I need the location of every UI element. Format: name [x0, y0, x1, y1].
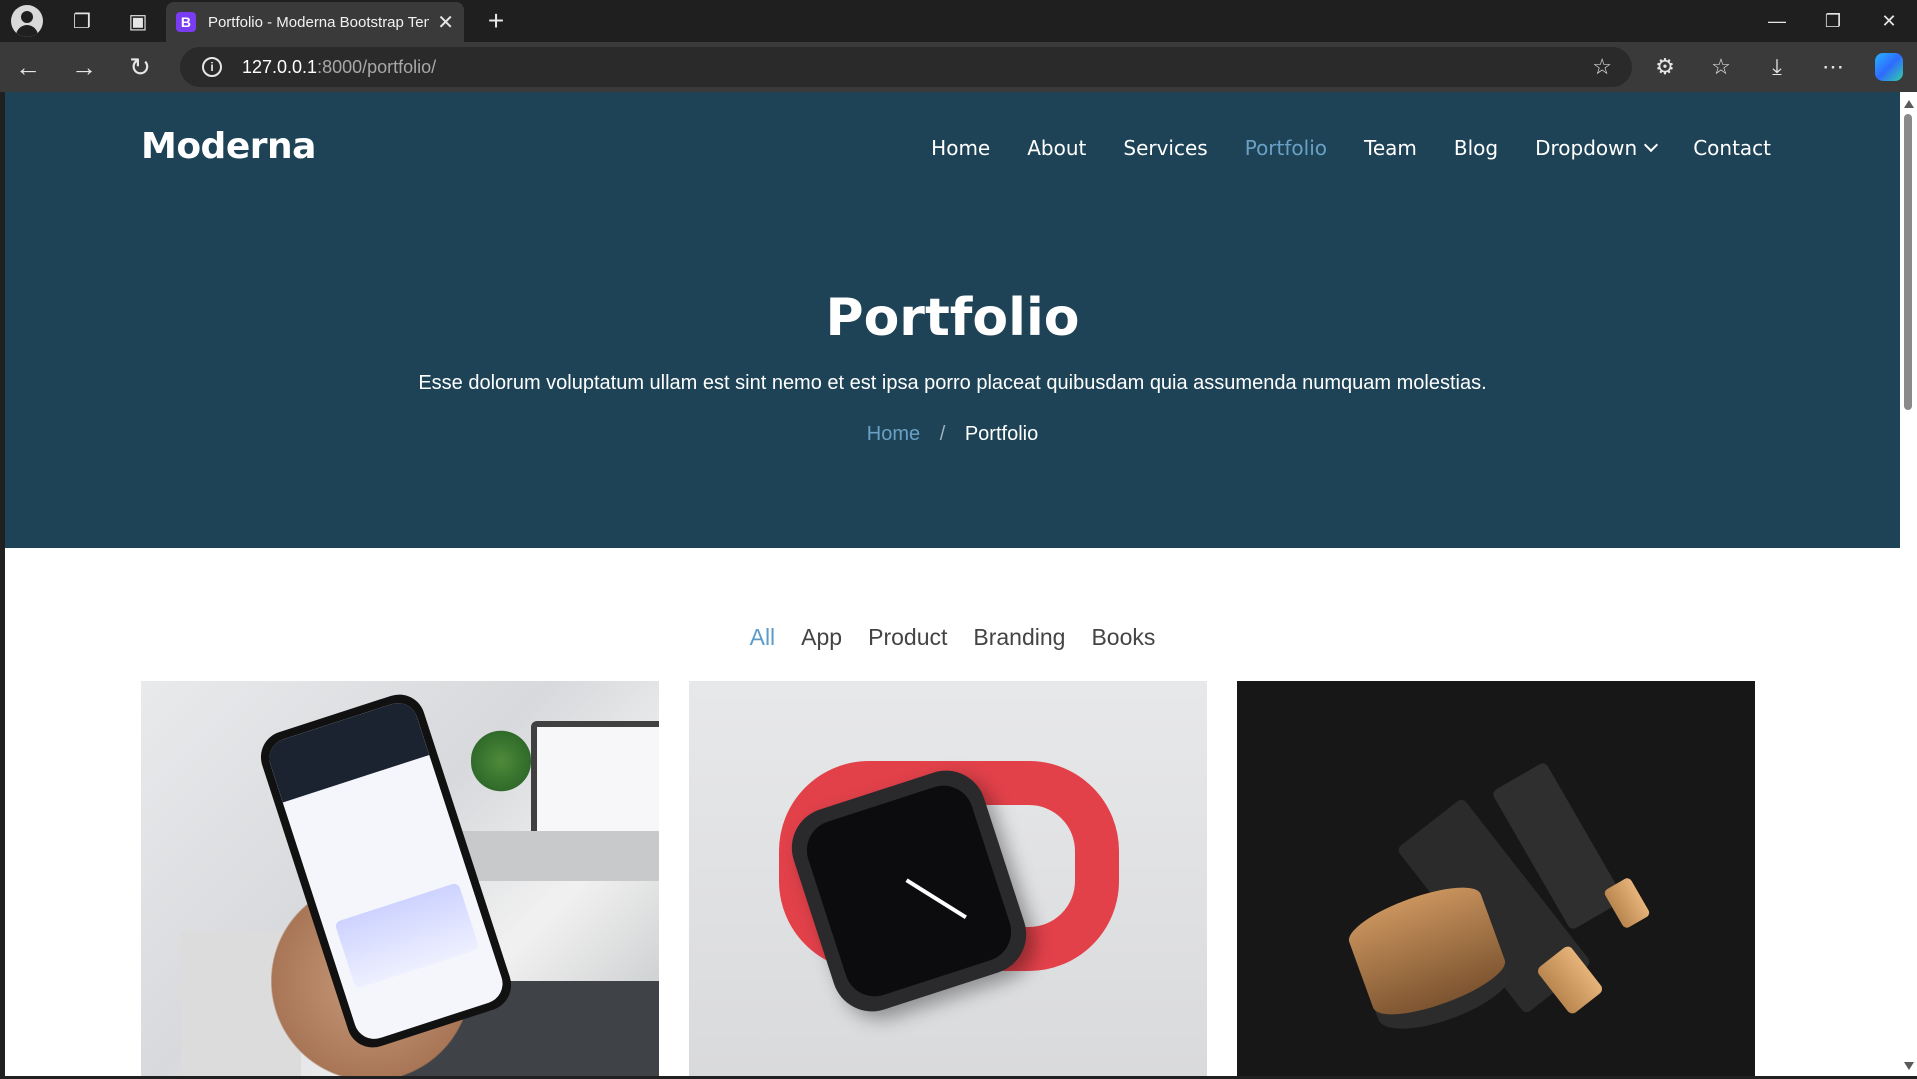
address-bar[interactable]: i 127.0.0.1:8000/portfolio/ ☆ [180, 47, 1632, 87]
portfolio-item-app-image[interactable] [141, 681, 659, 1076]
laptop-shape [531, 721, 659, 841]
copilot-icon[interactable] [1875, 53, 1903, 81]
portfolio-filters: All App Product Branding Books [5, 624, 1900, 651]
nav-portfolio[interactable]: Portfolio [1245, 136, 1327, 160]
close-window-icon[interactable]: ✕ [1861, 0, 1917, 42]
watch-face [799, 777, 1019, 1005]
new-tab-icon[interactable]: + [476, 0, 516, 42]
filter-product[interactable]: Product [868, 624, 947, 651]
breadcrumb-current: Portfolio [964, 423, 1039, 445]
toolbar-right-tools: ⚙ ☆ ⤓ ⋯ [1637, 42, 1917, 92]
extensions-icon[interactable]: ⚙ [1637, 54, 1693, 80]
main-nav: Home About Services Portfolio Team Blog … [894, 136, 1771, 160]
site-logo[interactable]: Moderna [141, 126, 316, 167]
filter-branding[interactable]: Branding [973, 624, 1065, 651]
browser-tab-active[interactable]: B Portfolio - Moderna Bootstrap Template… [166, 2, 464, 42]
tab-title: Portfolio - Moderna Bootstrap Template [207, 13, 429, 31]
filter-app[interactable]: App [801, 624, 842, 651]
back-arrow-icon[interactable]: ← [0, 42, 56, 92]
nav-dropdown-label: Dropdown [1535, 136, 1638, 160]
breadcrumb: Home / Portfolio [5, 423, 1900, 446]
portfolio-item-branding-image[interactable] [1237, 681, 1755, 1076]
filter-all[interactable]: All [750, 624, 776, 651]
profile-button[interactable] [0, 0, 54, 42]
page-scrollbar[interactable] [1900, 92, 1917, 1076]
restore-icon[interactable]: ❐ [1805, 0, 1861, 42]
nav-dropdown[interactable]: Dropdown [1535, 136, 1659, 160]
portfolio-item-product-image[interactable] [689, 681, 1207, 1076]
page-viewport: Moderna Home About Services Portfolio Te… [5, 92, 1900, 1076]
breadcrumb-home-link[interactable]: Home [867, 423, 920, 445]
nav-team[interactable]: Team [1364, 136, 1417, 160]
nav-blog[interactable]: Blog [1454, 136, 1498, 160]
site-info-icon[interactable]: i [202, 57, 222, 77]
nav-about[interactable]: About [1027, 136, 1086, 160]
bootstrap-favicon-icon: B [176, 12, 196, 32]
workspaces-icon[interactable]: ❐ [54, 0, 110, 42]
url-host: 127.0.0.1 [242, 56, 318, 77]
profile-avatar-icon [11, 5, 43, 37]
url-path: :8000/portfolio/ [317, 56, 437, 77]
page-header: Moderna Home About Services Portfolio Te… [5, 92, 1900, 548]
chevron-down-icon [1644, 137, 1659, 153]
browser-tab-bar: ❐ ▣ B Portfolio - Moderna Bootstrap Temp… [0, 0, 1917, 42]
nav-contact[interactable]: Contact [1693, 136, 1771, 160]
window-controls: — ❐ ✕ [1749, 0, 1917, 42]
close-tab-icon[interactable]: ✕ [437, 10, 454, 35]
reload-icon[interactable]: ↻ [112, 42, 168, 92]
breadcrumb-separator: / [939, 423, 946, 445]
vertical-tabs-icon[interactable]: ▣ [110, 0, 166, 42]
plant-shape [471, 721, 531, 801]
scroll-up-arrow-icon[interactable] [1904, 100, 1914, 108]
forward-arrow-icon[interactable]: → [56, 42, 112, 92]
more-options-icon[interactable]: ⋯ [1805, 54, 1861, 80]
nav-services[interactable]: Services [1123, 136, 1207, 160]
nav-home[interactable]: Home [931, 136, 990, 160]
favorites-icon[interactable]: ☆ [1693, 54, 1749, 80]
favorite-star-icon[interactable]: ☆ [1592, 54, 1612, 80]
scroll-thumb[interactable] [1904, 114, 1912, 410]
browser-toolbar: ← → ↻ i 127.0.0.1:8000/portfolio/ ☆ ⚙ ☆ … [0, 42, 1917, 92]
page-title: Portfolio [825, 288, 1080, 348]
page-subtitle: Esse dolorum voluptatum ullam est sint n… [418, 372, 1487, 394]
phone-header [264, 697, 430, 803]
watch-hand-shape [905, 878, 967, 920]
filter-books[interactable]: Books [1091, 624, 1155, 651]
phone-chart [334, 882, 480, 990]
scroll-down-arrow-icon[interactable] [1904, 1062, 1914, 1070]
minimize-icon[interactable]: — [1749, 0, 1805, 42]
downloads-icon[interactable]: ⤓ [1749, 54, 1805, 80]
